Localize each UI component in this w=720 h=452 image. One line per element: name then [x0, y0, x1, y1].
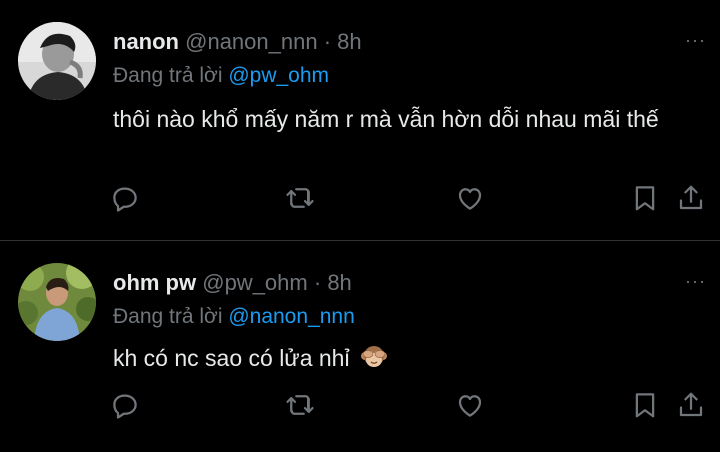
display-name[interactable]: nanon: [113, 29, 179, 54]
avatar[interactable]: [18, 263, 96, 341]
tweet-text-container: kh có nc sao có lửa nhỉ: [113, 342, 703, 374]
tweet-actions: [0, 183, 720, 217]
avatar[interactable]: [18, 22, 96, 100]
retweet-icon[interactable]: [285, 183, 315, 213]
replying-to-label: Đang trả lời: [113, 64, 229, 87]
reply-icon[interactable]: [110, 183, 140, 213]
bookmark-icon[interactable]: [630, 183, 660, 213]
more-options-icon[interactable]: ···: [685, 271, 706, 292]
separator-dot: ·: [313, 270, 322, 295]
share-icon[interactable]: [676, 183, 706, 213]
display-name[interactable]: ohm pw: [113, 270, 196, 295]
reply-mention-link[interactable]: @pw_ohm: [228, 64, 329, 87]
tweet-nanon[interactable]: nanon @nanon_nnn · 8h ··· Đang trả lời @…: [0, 0, 720, 240]
reply-mention-link[interactable]: @nanon_nnn: [228, 305, 354, 328]
tweet-header: ohm pw @pw_ohm · 8h: [113, 270, 352, 296]
bookmark-icon[interactable]: [630, 390, 660, 420]
reply-icon[interactable]: [110, 390, 140, 420]
like-icon[interactable]: [455, 390, 485, 420]
retweet-icon[interactable]: [285, 390, 315, 420]
user-handle[interactable]: @nanon_nnn: [185, 29, 317, 54]
tweet-ohm[interactable]: ohm pw @pw_ohm · 8h ··· Đang trả lời @na…: [0, 241, 720, 452]
more-options-icon[interactable]: ···: [685, 30, 706, 51]
replying-to-label: Đang trả lời: [113, 305, 229, 328]
like-icon[interactable]: [455, 183, 485, 213]
user-handle[interactable]: @pw_ohm: [202, 270, 308, 295]
tweet-text: thôi nào khổ mấy năm r mà vẫn hờn dỗi nh…: [113, 106, 659, 132]
tweet-header: nanon @nanon_nnn · 8h: [113, 29, 362, 55]
share-icon[interactable]: [676, 390, 706, 420]
see-no-evil-monkey-icon: [360, 343, 388, 371]
separator-dot: ·: [323, 29, 332, 54]
tweet-actions: [0, 390, 720, 424]
timestamp[interactable]: 8h: [327, 270, 351, 295]
tweet-text: kh có nc sao có lửa nhỉ: [113, 345, 350, 371]
replying-to: Đang trả lời @nanon_nnn: [113, 305, 355, 329]
timestamp[interactable]: 8h: [337, 29, 361, 54]
replying-to: Đang trả lời @pw_ohm: [113, 64, 329, 88]
